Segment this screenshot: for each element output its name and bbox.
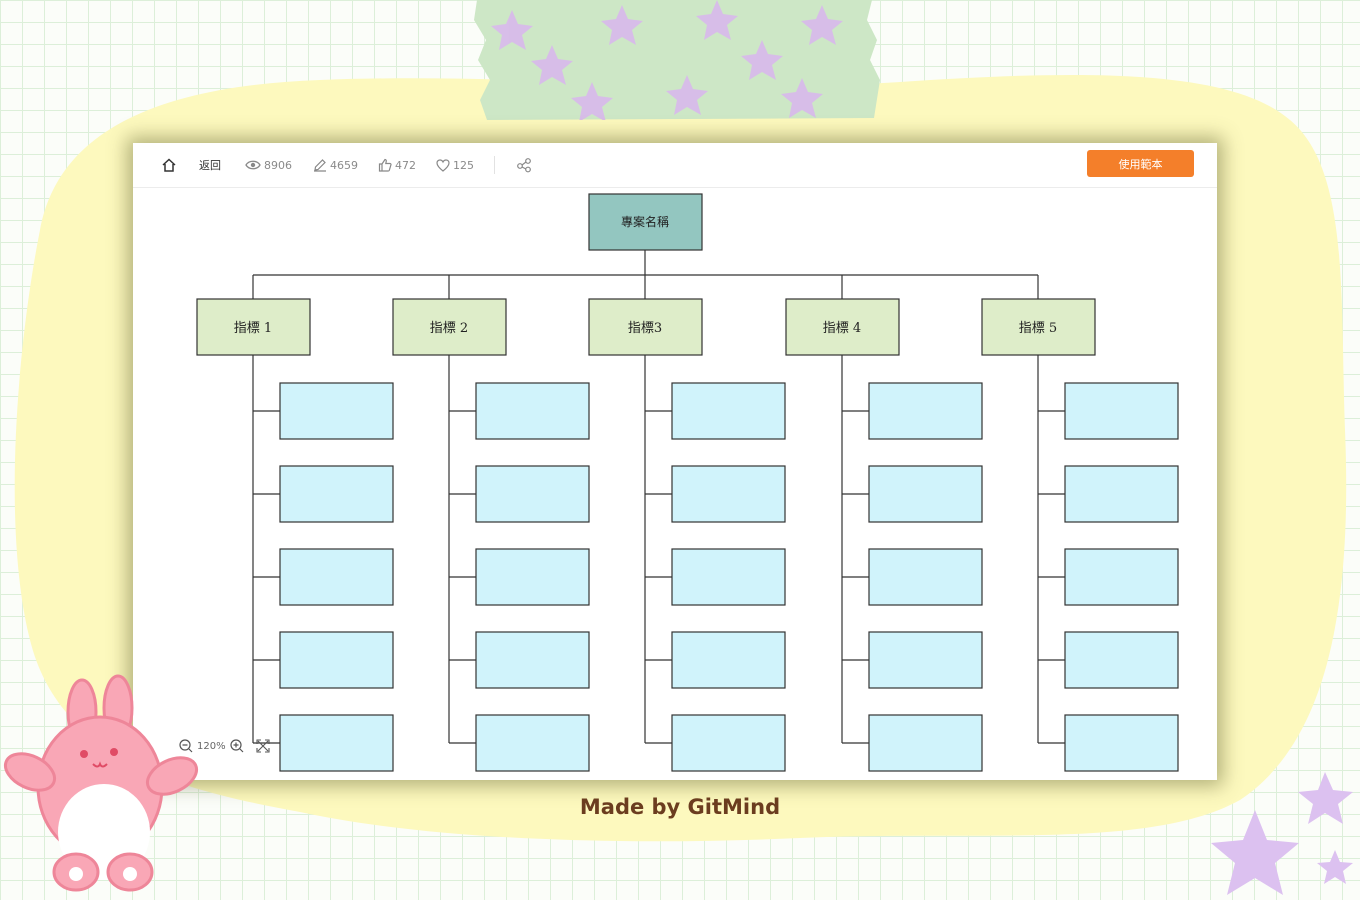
leaf-node xyxy=(868,714,983,772)
leaf-node xyxy=(671,465,786,523)
branch-node-label: 指標 1 xyxy=(234,321,272,336)
zoom-in-icon[interactable] xyxy=(229,739,244,753)
fit-screen-icon[interactable] xyxy=(256,739,270,753)
leaf-node xyxy=(475,382,590,440)
editor-window: 返回 8906 4659 472 125 使用範本 專案名稱 指標 1 指標 2 指標… xyxy=(133,143,1217,780)
leaf-node xyxy=(671,548,786,606)
branch-node-label: 指標 2 xyxy=(430,321,468,336)
leaf-node xyxy=(1064,382,1179,440)
leaf-node xyxy=(868,465,983,523)
leaf-node xyxy=(279,631,394,689)
stars-sticker xyxy=(1211,772,1353,895)
leaf-node xyxy=(868,631,983,689)
leaf-node xyxy=(279,465,394,523)
leaf-node xyxy=(868,382,983,440)
leaf-node xyxy=(671,631,786,689)
leaf-node xyxy=(1064,714,1179,772)
zoom-level: 120% xyxy=(197,740,226,752)
leaf-node xyxy=(671,714,786,772)
washi-tape xyxy=(474,0,880,120)
branch-node-label: 指標 5 xyxy=(1019,321,1057,336)
leaf-node xyxy=(475,631,590,689)
leaf-node xyxy=(1064,465,1179,523)
branch-node-label: 指標 4 xyxy=(823,321,861,336)
leaf-node xyxy=(475,548,590,606)
leaf-node xyxy=(279,382,394,440)
leaf-node xyxy=(475,714,590,772)
leaf-node xyxy=(279,714,394,772)
leaf-node xyxy=(475,465,590,523)
leaf-node xyxy=(279,548,394,606)
leaf-node xyxy=(1064,548,1179,606)
org-chart: 專案名稱指標 1 指標 2 指標3 指標 4 指標 5 xyxy=(196,193,1179,772)
leaf-node xyxy=(671,382,786,440)
footer-credit: Made by GitMind xyxy=(579,795,781,819)
branch-node-label: 指標3 xyxy=(628,321,662,336)
leaf-node xyxy=(1064,631,1179,689)
leaf-node xyxy=(868,548,983,606)
bunny-sticker xyxy=(3,674,199,892)
root-node-label: 專案名稱 xyxy=(621,214,669,229)
